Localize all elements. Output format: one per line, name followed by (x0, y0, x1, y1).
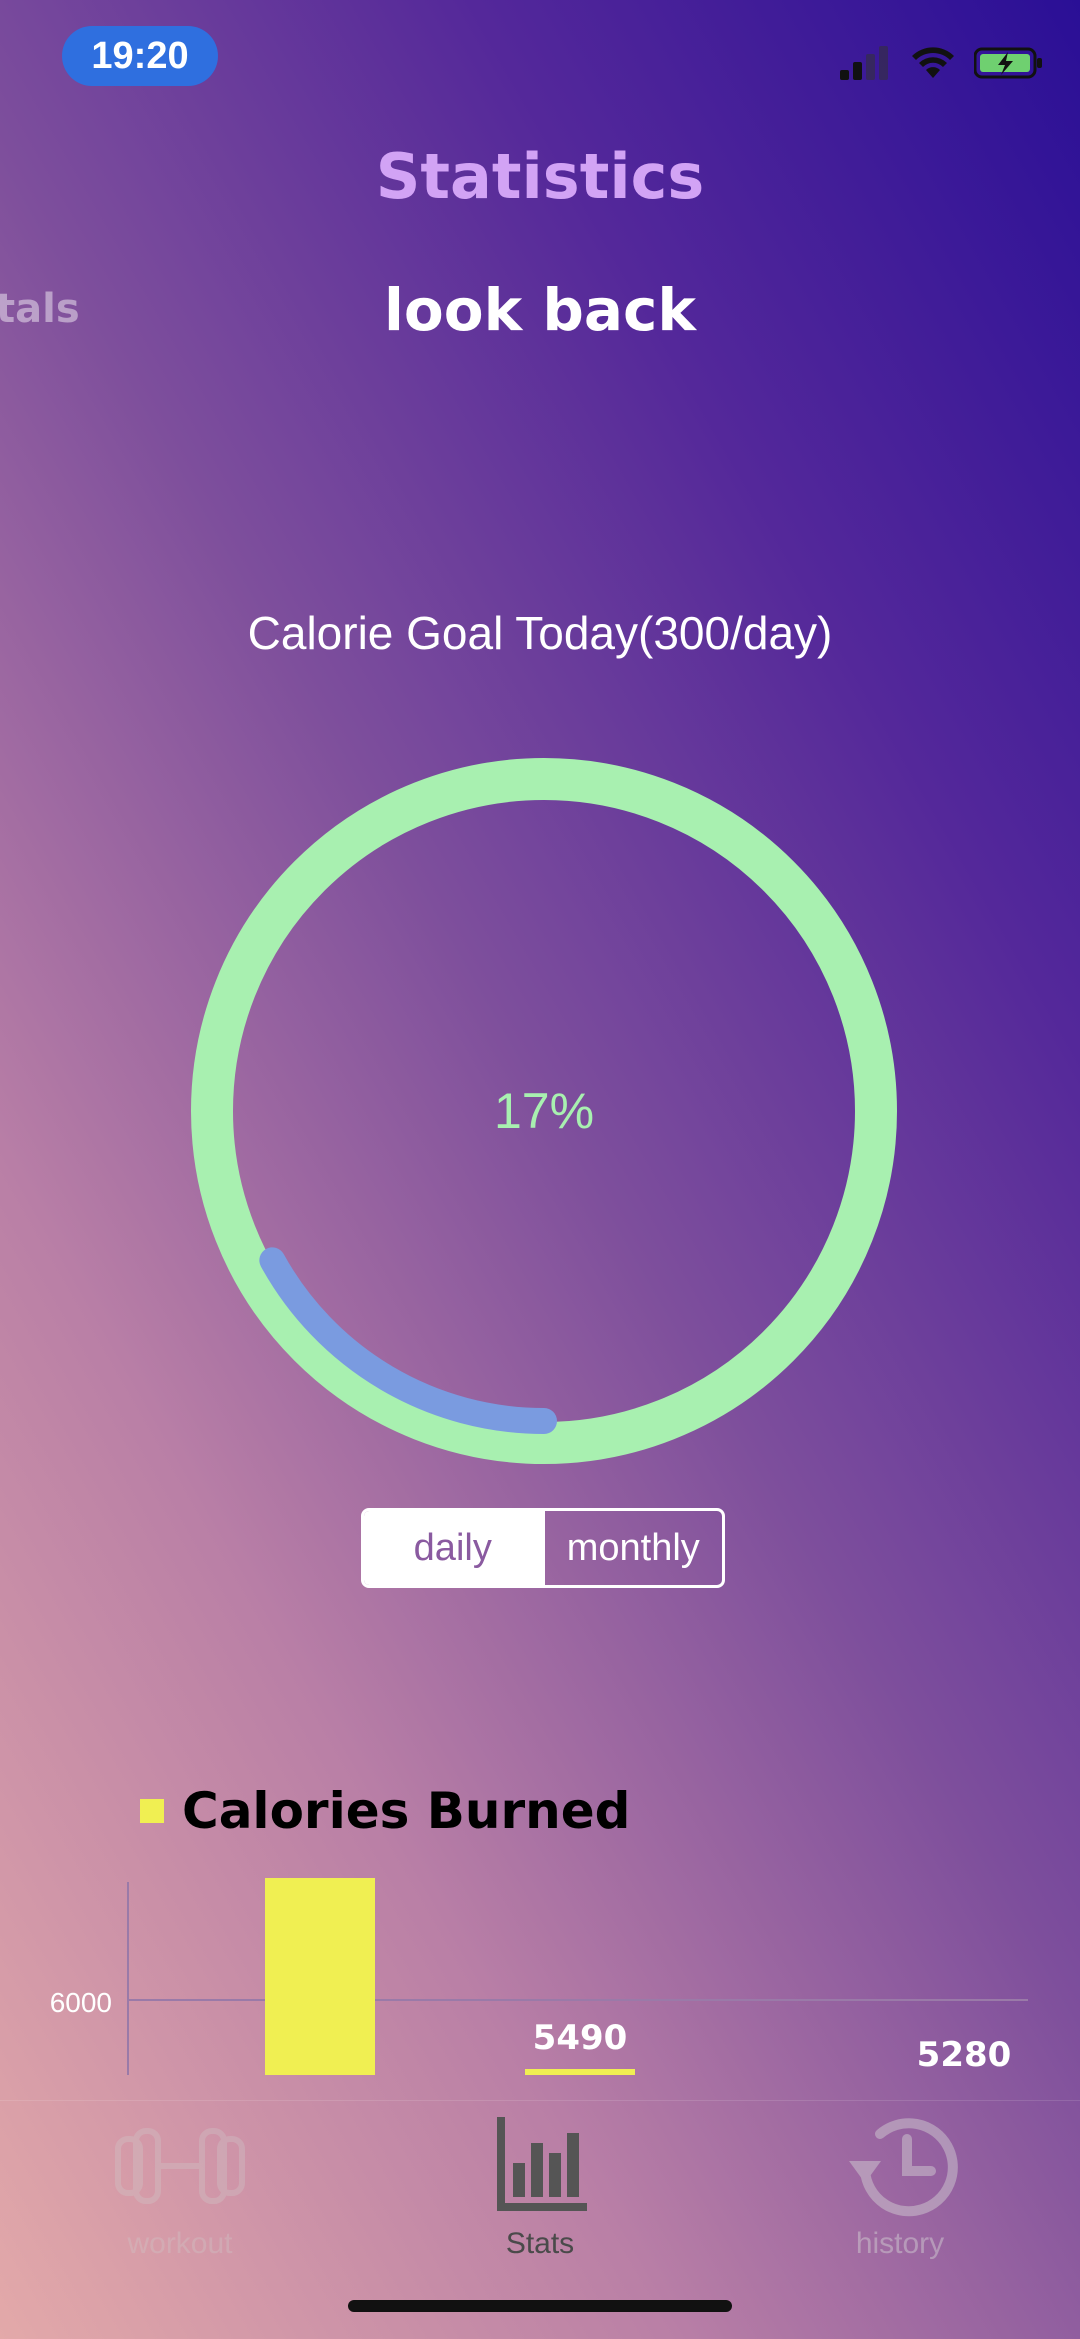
battery-charging-icon (974, 47, 1042, 79)
bar-1 (525, 2069, 635, 2075)
bar-0 (265, 1878, 375, 2075)
page-subtitle: look back (384, 276, 696, 344)
status-icons (840, 40, 1044, 80)
bar-value-label: 5280 (917, 2035, 1012, 2075)
tab-stats-label: Stats (505, 2227, 575, 2260)
home-indicator (348, 2300, 732, 2312)
segment-monthly[interactable]: monthly (541, 1511, 723, 1585)
dumbbell-icon (115, 2128, 245, 2204)
tab-history[interactable]: history (800, 2109, 1000, 2261)
calorie-goal-label: Calorie Goal Today(300/day) (247, 607, 833, 659)
cellular-signal-icon (840, 46, 888, 80)
bar-value-label: 5490 (533, 2018, 628, 2058)
tab-stats[interactable]: Stats (440, 2109, 640, 2261)
y-tick-label: 6000 (50, 1987, 112, 2018)
tab-history-label: history (855, 2227, 945, 2260)
period-segmented-control: daily monthly (361, 1508, 725, 1588)
status-time: 19:20 (62, 26, 218, 86)
bar-chart-icon (497, 2117, 587, 2211)
wifi-icon (912, 47, 954, 78)
page-title: Statistics (375, 140, 705, 213)
chart-legend: Calories Burned (140, 1782, 630, 1840)
legend-label: Calories Burned (182, 1782, 631, 1840)
history-icon (849, 2118, 958, 2217)
legend-swatch (140, 1799, 164, 1823)
calories-burned-chart: 6000 631054905280 (50, 1878, 1028, 2075)
goal-percent: 17% (493, 1083, 595, 1139)
screen: 19:20 Statistics tals look back Calorie … (0, 0, 1080, 2339)
calorie-goal-ring: 17% (190, 757, 898, 1465)
segment-daily[interactable]: daily (364, 1511, 542, 1585)
tab-workout[interactable]: workout (80, 2109, 280, 2261)
tab-workout-label: workout (127, 2227, 233, 2260)
